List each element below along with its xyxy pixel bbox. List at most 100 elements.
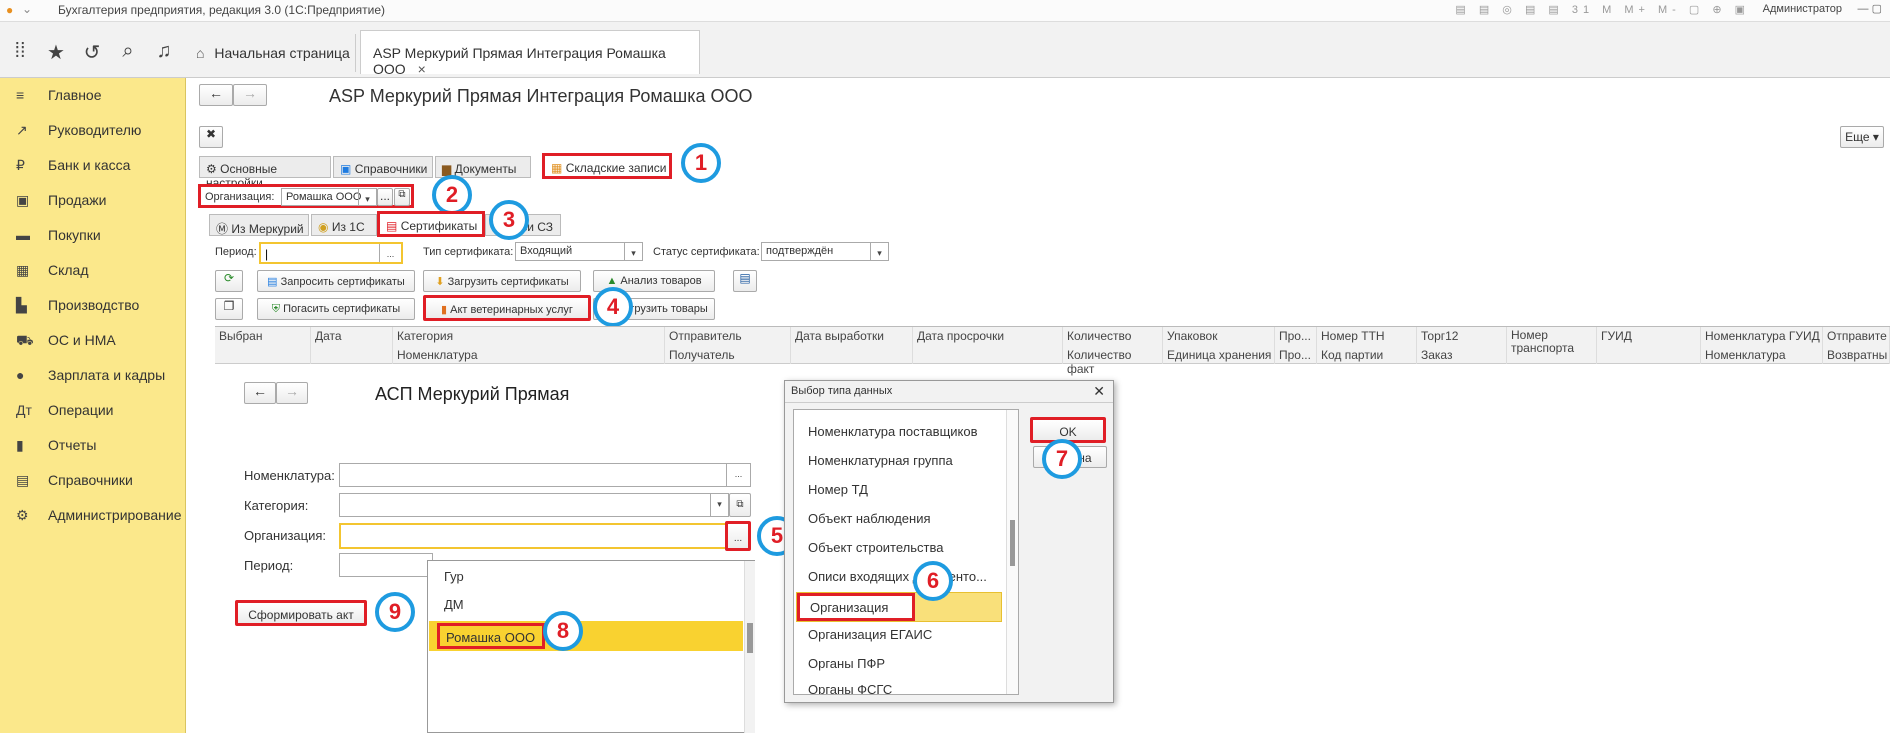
col-packages[interactable]: Упаковок	[1163, 327, 1275, 346]
menu-chevron-icon[interactable]: ⌄	[22, 2, 32, 16]
more-button[interactable]: Еще ▾	[1840, 126, 1884, 148]
dropdown-scrollbar[interactable]	[744, 561, 755, 733]
type-item-nomenclature-group[interactable]: Номенклатурная группа	[808, 453, 953, 468]
type-item-construction-object[interactable]: Объект строительства	[808, 540, 943, 555]
col-category[interactable]: Категория	[393, 327, 665, 346]
system-toolbar-icons[interactable]: ▤ ▤ ◎ ▤ ▤ 31 M M+ M- ▢ ⊕ ▣	[1455, 3, 1750, 16]
tab-from-1c[interactable]: ◉ Из 1С	[311, 214, 377, 236]
dropdown-item-dm[interactable]: ДМ	[444, 597, 464, 612]
tab-warehouse-records[interactable]: ▦ Складские записи	[542, 153, 672, 179]
col-storage-unit[interactable]: Единица хранения	[1163, 346, 1275, 364]
load-certificates-button[interactable]: ⬇ Загрузить сертификаты	[423, 270, 581, 292]
form-forward-button[interactable]: →	[276, 382, 308, 404]
col-nomenclature[interactable]: Номенклатура	[393, 346, 665, 364]
tab-main-settings[interactable]: ⚙ Основные настройки	[199, 156, 331, 190]
type-item-organization[interactable]: Организация	[796, 592, 1002, 622]
type-item-egais-org[interactable]: Организация ЕГАИС	[808, 627, 932, 642]
sidebar-item-3[interactable]: ▣ Продажи	[0, 186, 186, 218]
sidebar-item-11[interactable]: ▤ Справочники	[0, 466, 186, 498]
sidebar-item-2[interactable]: ₽ Банк и касса	[0, 151, 186, 183]
col-production-date[interactable]: Дата выработки	[791, 327, 913, 364]
tab-home[interactable]: ⌂ Начальная страница	[188, 34, 356, 72]
sidebar-item-6[interactable]: ▙ Производство	[0, 291, 186, 323]
chevron-down-icon[interactable]: ▾	[710, 494, 728, 516]
back-button[interactable]: ←	[199, 84, 233, 106]
organization-field[interactable]	[339, 523, 729, 549]
history-icon[interactable]: ↺	[80, 40, 104, 64]
window-controls[interactable]: — ▢	[1858, 2, 1882, 15]
type-item-observation-object[interactable]: Объект наблюдения	[808, 511, 931, 526]
dropdown-item-romashka[interactable]: Ромашка ООО	[429, 621, 743, 651]
type-item-pfr[interactable]: Органы ПФР	[808, 656, 885, 671]
col-sender-2[interactable]: Отправите	[1823, 327, 1890, 346]
close-icon[interactable]: ×	[418, 61, 426, 77]
col-guid[interactable]: ГУИД	[1597, 327, 1701, 364]
refresh-button[interactable]: ⟳	[215, 270, 243, 292]
period-choose-button[interactable]: ...	[379, 244, 401, 262]
request-certificates-button[interactable]: ▤ Запросить сертификаты	[257, 270, 415, 292]
period-form-field[interactable]	[339, 553, 433, 577]
org-field[interactable]: Ромашка ООО ▾	[281, 188, 377, 206]
col-quantity[interactable]: Количество	[1063, 327, 1163, 346]
search-icon[interactable]: ⌕	[116, 40, 140, 64]
dropdown-scroll-thumb[interactable]	[747, 623, 753, 653]
col-sender[interactable]: Отправитель	[665, 327, 791, 346]
col-nomenclature-guid[interactable]: Номенклатура ГУИД	[1701, 327, 1823, 346]
col-pro[interactable]: Про...	[1275, 327, 1317, 346]
cert-type-select[interactable]: Входящий ▾	[515, 242, 643, 261]
chevron-down-icon[interactable]: ▾	[358, 189, 376, 205]
generate-act-button[interactable]: Сформировать акт	[235, 600, 367, 626]
col-date[interactable]: Дата	[311, 327, 393, 364]
cert-status-select[interactable]: подтверждён ▾	[761, 242, 889, 261]
dialog-close-icon[interactable]: ✕	[1093, 383, 1105, 400]
tab-certificates[interactable]: ▤ Сертификаты	[377, 211, 485, 237]
dialog-list-scrollbar[interactable]	[1006, 410, 1018, 694]
col-expiry-date[interactable]: Дата просрочки	[913, 327, 1063, 364]
dropdown-item-gur[interactable]: Гур	[444, 569, 464, 584]
tab-asp[interactable]: ASP Меркурий Прямая Интеграция Ромашка О…	[360, 30, 700, 77]
period-field[interactable]: |...	[259, 242, 403, 264]
settings-tools-button[interactable]: ✖	[199, 126, 223, 148]
star-icon[interactable]: ★	[44, 40, 68, 64]
col-actual-quantity[interactable]: Количество факт	[1063, 346, 1163, 376]
sidebar-item-1[interactable]: ↗ Руководителю	[0, 116, 186, 148]
org-choose-button[interactable]: ...	[377, 188, 393, 206]
repay-certificates-button[interactable]: ⛨ Погасить сертификаты	[257, 298, 415, 320]
sidebar-item-5[interactable]: ▦ Склад	[0, 256, 186, 288]
dialog-scroll-thumb[interactable]	[1010, 520, 1015, 566]
sidebar-item-8[interactable]: ● Зарплата и кадры	[0, 361, 186, 393]
nomenclature-choose-button[interactable]: ...	[726, 464, 750, 486]
sidebar-item-7[interactable]: ⛟ ОС и НМА	[0, 326, 186, 358]
col-pro-2[interactable]: Про...	[1275, 346, 1317, 364]
tab-from-mercury[interactable]: Ⓜ Из Меркурий	[209, 214, 309, 236]
type-item-supplier-nomenclature[interactable]: Номенклатура поставщиков	[808, 424, 978, 439]
copy-button[interactable]: ❐	[215, 298, 243, 320]
sidebar-item-10[interactable]: ▮ Отчеты	[0, 431, 186, 463]
org-open-button[interactable]: ⧉	[394, 188, 410, 206]
tab-reference-books[interactable]: ▣ Справочники	[333, 156, 433, 178]
col-batch-code[interactable]: Код партии	[1317, 346, 1417, 364]
chevron-down-icon[interactable]: ▾	[624, 243, 642, 260]
sidebar-item-9[interactable]: Дт Операции	[0, 396, 186, 428]
col-returnable[interactable]: Возвратны	[1823, 346, 1890, 364]
report-button[interactable]: ▤	[733, 270, 757, 292]
vet-services-act-button[interactable]: ▮ Акт ветеринарных услуг	[423, 295, 591, 321]
col-ttn-number[interactable]: Номер ТТН	[1317, 327, 1417, 346]
col-torg12[interactable]: Торг12	[1417, 327, 1507, 346]
col-order[interactable]: Заказ	[1417, 346, 1507, 364]
type-item-incoming-docs[interactable]: Описи входящих документо...	[808, 569, 987, 584]
bell-icon[interactable]: ♫	[152, 40, 176, 64]
type-item-fsgs[interactable]: Органы ФСГС	[808, 682, 892, 694]
form-back-button[interactable]: ←	[244, 382, 276, 404]
organization-choose-button[interactable]: ...	[725, 521, 751, 551]
apps-grid-icon[interactable]: ⁞⁞	[8, 40, 32, 64]
sidebar-item-4[interactable]: ▬ Покупки	[0, 221, 186, 253]
forward-button[interactable]: →	[233, 84, 267, 106]
category-field[interactable]: ▾	[339, 493, 729, 517]
chevron-down-icon[interactable]: ▾	[870, 243, 888, 260]
nomenclature-field[interactable]: ...	[339, 463, 751, 487]
user-name[interactable]: Администратор	[1763, 3, 1842, 15]
col-recipient[interactable]: Получатель	[665, 346, 791, 364]
col-nomenclature-2[interactable]: Номенклатура	[1701, 346, 1823, 364]
sidebar-item-12[interactable]: ⚙ Администрирование	[0, 501, 186, 533]
